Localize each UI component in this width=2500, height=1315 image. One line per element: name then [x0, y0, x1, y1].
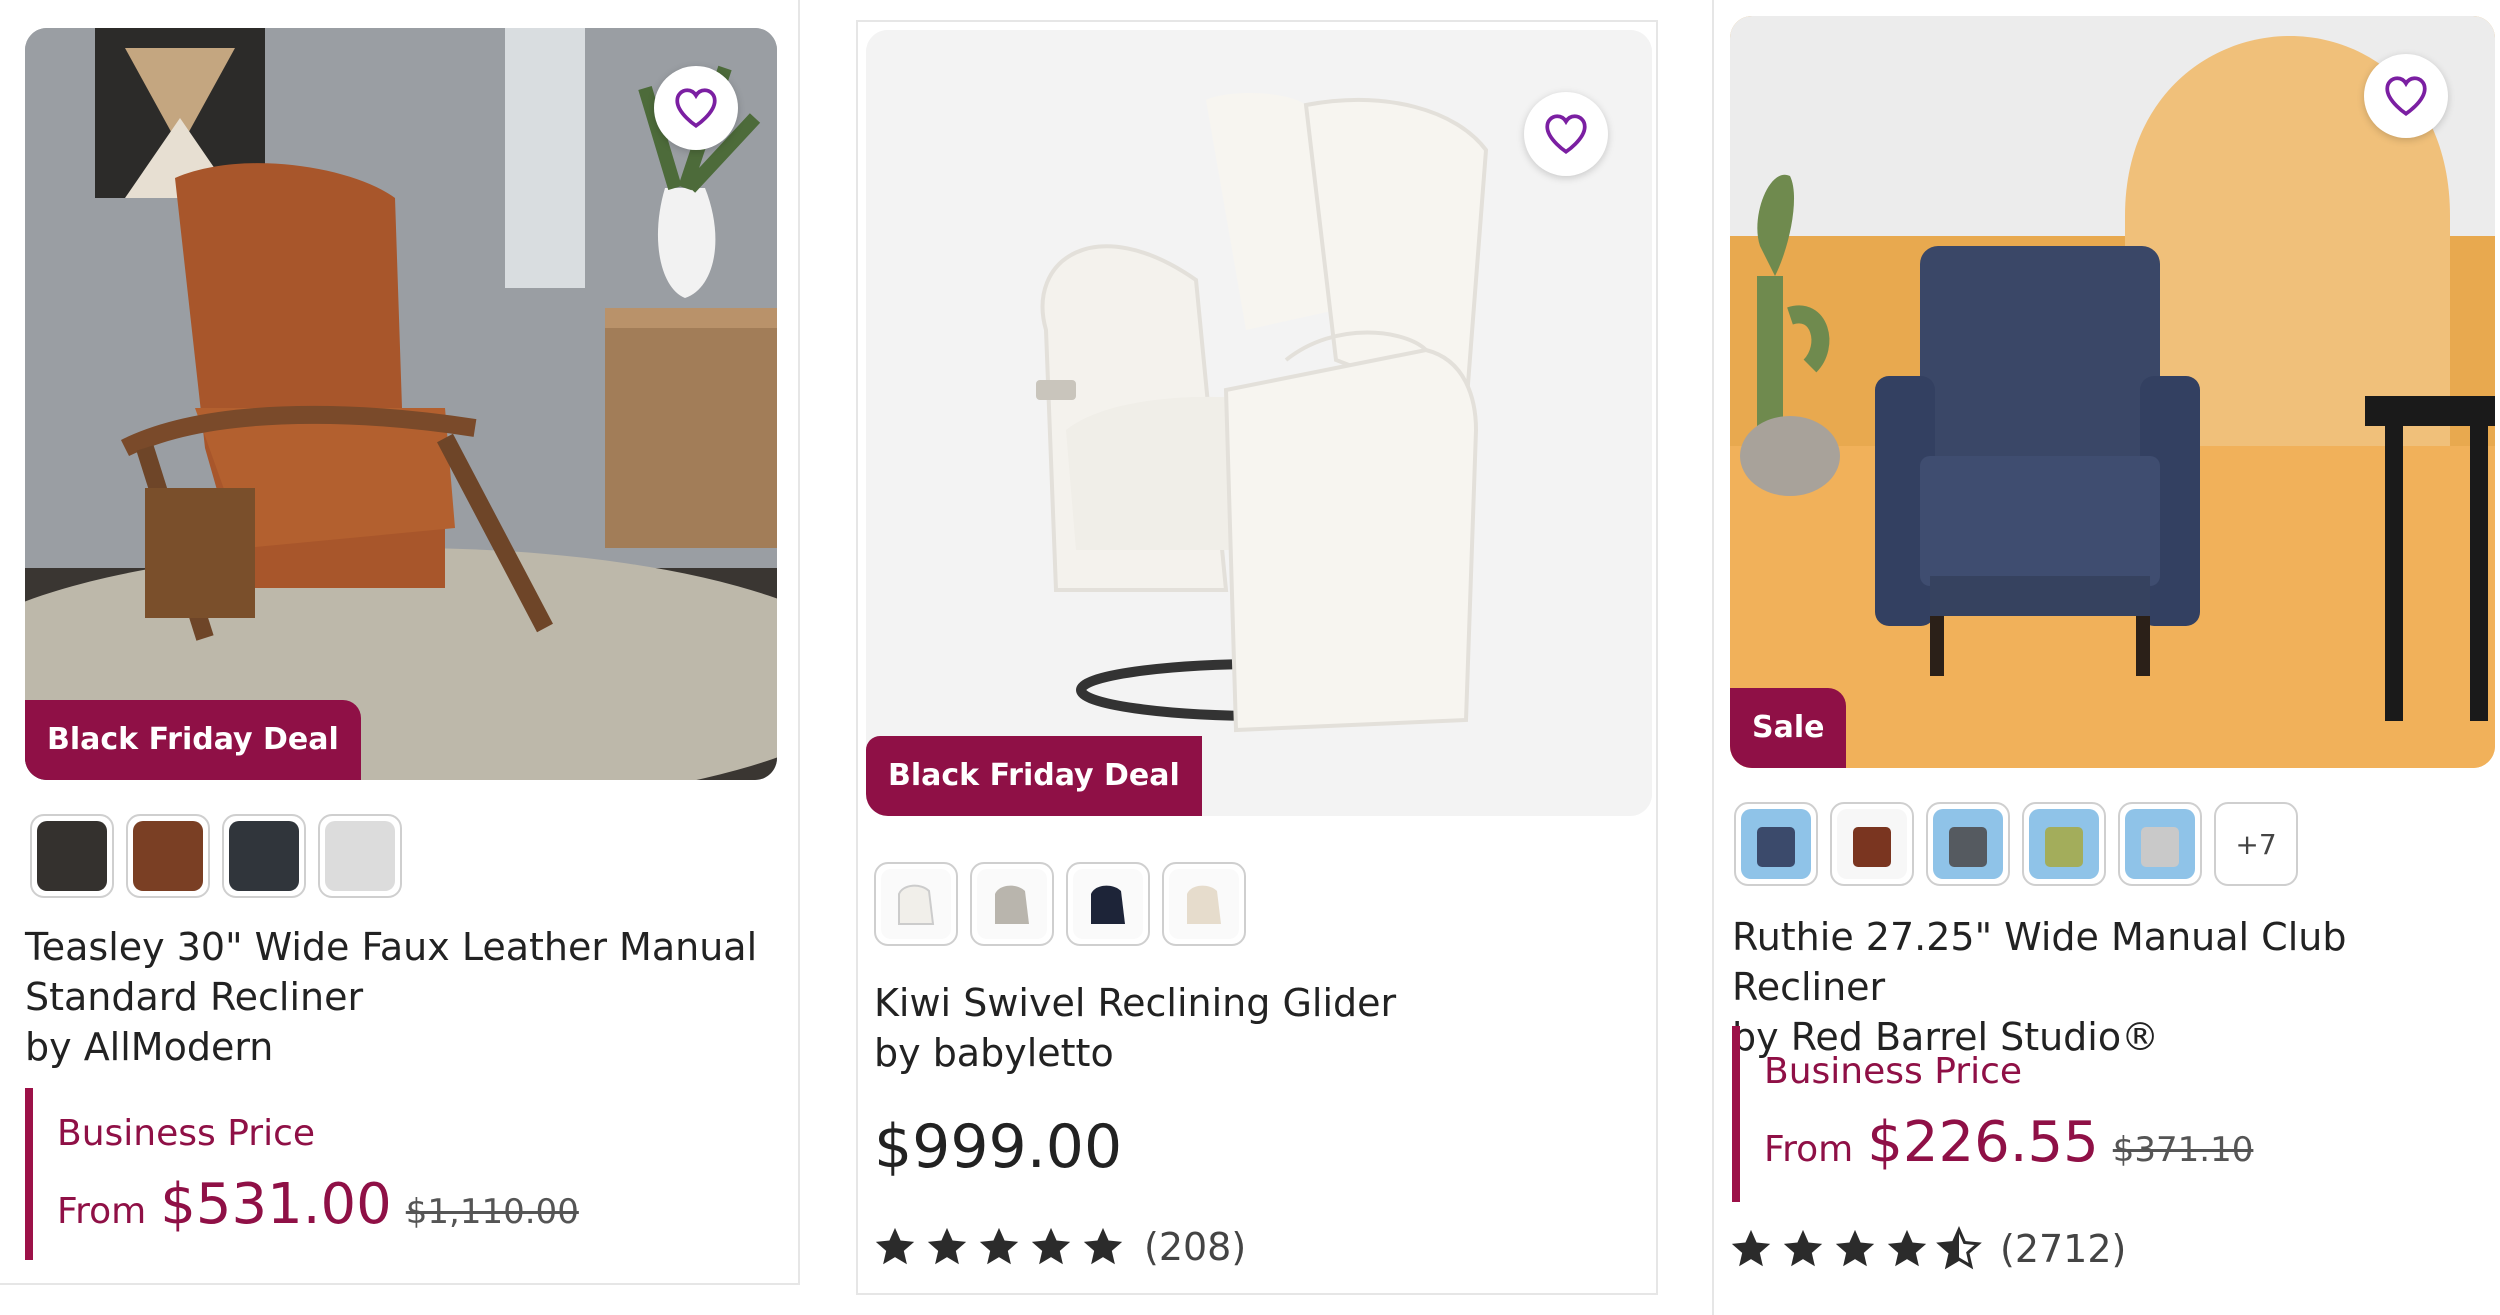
product-image[interactable] [25, 28, 777, 780]
color-swatch[interactable] [30, 814, 114, 898]
from-label: From [1764, 1129, 1854, 1170]
star-half-icon [1936, 1226, 1982, 1272]
from-label: From [57, 1191, 147, 1232]
star-rating[interactable]: (208) [872, 1224, 1246, 1270]
star-full-icon [924, 1224, 970, 1270]
sale-price: $226.55 [1867, 1110, 2099, 1175]
product-card-ruthie[interactable]: Sale +7 Ruthie 27.25" Wide Manual Club R… [1712, 0, 2500, 1315]
star-rating[interactable]: (2712) [1728, 1226, 2126, 1272]
color-swatch[interactable] [1926, 802, 2010, 886]
color-swatch[interactable] [222, 814, 306, 898]
color-swatch[interactable] [874, 862, 958, 946]
star-full-icon [1884, 1226, 1930, 1272]
product-name[interactable]: Teasley 30" Wide Faux Leather Manual Sta… [25, 925, 757, 1019]
price: $999.00 [874, 1112, 1123, 1182]
color-swatches [874, 862, 1246, 946]
heart-icon [675, 88, 717, 128]
price-row: From $226.55 $371.10 [1764, 1110, 2500, 1175]
star-full-icon [1728, 1226, 1774, 1272]
sale-badge: Sale [1730, 688, 1847, 768]
price-row: From $531.00 $1,110.00 [57, 1172, 797, 1237]
color-swatch[interactable] [1066, 862, 1150, 946]
color-swatch[interactable] [1734, 802, 1818, 886]
product-brand: by AllModern [25, 1025, 274, 1069]
review-count[interactable]: (2712) [2000, 1227, 2126, 1271]
star-full-icon [976, 1224, 1022, 1270]
deal-badge: Black Friday Deal [866, 736, 1202, 816]
favorite-button[interactable] [1524, 92, 1608, 176]
business-price-label: Business Price [1764, 1051, 2023, 1092]
favorite-button[interactable] [654, 66, 738, 150]
sale-price: $531.00 [160, 1172, 392, 1237]
product-title[interactable]: Kiwi Swivel Reclining Glider by babylett… [874, 978, 1644, 1078]
heart-icon [2385, 76, 2427, 116]
color-swatch[interactable] [126, 814, 210, 898]
color-swatch[interactable] [2022, 802, 2106, 886]
product-name[interactable]: Kiwi Swivel Reclining Glider [874, 981, 1396, 1025]
product-name[interactable]: Ruthie 27.25" Wide Manual Club Recliner [1732, 915, 2346, 1009]
original-price: $371.10 [2112, 1130, 2254, 1170]
business-price-box: Business Price From $226.55 $371.10 [1732, 1026, 2500, 1202]
star-full-icon [1080, 1224, 1126, 1270]
color-swatch[interactable] [1162, 862, 1246, 946]
color-swatch[interactable] [2118, 802, 2202, 886]
product-card-kiwi[interactable]: Black Friday Deal Kiwi Swivel Reclining … [856, 20, 1658, 1295]
business-price-box: Business Price From $531.00 $1,110.00 [25, 1088, 797, 1260]
product-card-teasley[interactable]: Black Friday Deal Teasley 30" Wide Faux … [0, 0, 800, 1285]
deal-badge: Black Friday Deal [25, 700, 361, 780]
color-swatch[interactable] [1830, 802, 1914, 886]
color-swatches [30, 814, 402, 898]
product-title[interactable]: Teasley 30" Wide Faux Leather Manual Sta… [25, 922, 765, 1072]
star-full-icon [1028, 1224, 1074, 1270]
product-brand: by babyletto [874, 1031, 1114, 1075]
color-swatch[interactable] [318, 814, 402, 898]
star-full-icon [872, 1224, 918, 1270]
star-full-icon [1780, 1226, 1826, 1272]
review-count[interactable]: (208) [1144, 1225, 1246, 1269]
favorite-button[interactable] [2364, 54, 2448, 138]
color-swatch[interactable] [970, 862, 1054, 946]
business-price-label: Business Price [57, 1113, 316, 1154]
more-swatches-button[interactable]: +7 [2214, 802, 2298, 886]
original-price: $1,110.00 [405, 1192, 579, 1232]
heart-icon [1545, 114, 1587, 154]
star-full-icon [1832, 1226, 1878, 1272]
color-swatches: +7 [1734, 802, 2298, 886]
